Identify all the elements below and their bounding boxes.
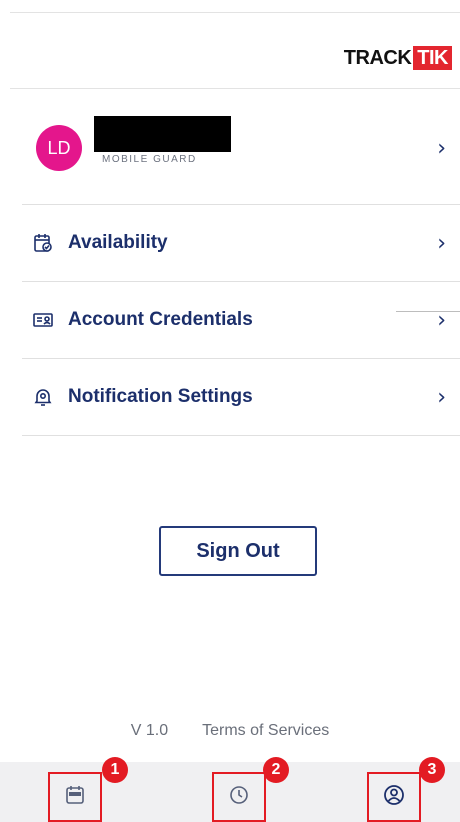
menu-item-label: Account Credentials (68, 309, 253, 330)
bell-settings-icon (32, 386, 54, 408)
clock-icon (228, 784, 250, 811)
chevron-right-icon: › (437, 230, 446, 256)
id-card-icon (32, 309, 54, 331)
calendar-availability-icon (32, 232, 54, 254)
menu-item-availability[interactable]: Availability › (22, 205, 460, 282)
tracktik-logo: TRACK TIK (344, 45, 452, 71)
callout-badge: 1 (102, 757, 128, 783)
app-version: V 1.0 (130, 722, 169, 739)
bottom-tab-bar (0, 762, 460, 822)
logo-track-text: TRACK (343, 46, 412, 69)
menu-item-notification-settings[interactable]: Notification Settings › (22, 359, 460, 436)
sign-out-button[interactable]: Sign Out (159, 526, 317, 576)
menu-item-label: Notification Settings (68, 386, 253, 407)
terms-of-services-link[interactable]: Terms of Services (202, 722, 329, 740)
tab-profile[interactable] (367, 772, 421, 822)
avatar: LD (36, 125, 82, 171)
profile-row[interactable]: LD MOBILE GUARD › (22, 92, 460, 205)
logo-divider (10, 88, 460, 89)
menu-item-label: Availability (68, 232, 168, 253)
user-role: MOBILE GUARD (102, 153, 197, 165)
tab-clock[interactable] (212, 772, 266, 822)
profile-name-block: MOBILE GUARD (94, 115, 231, 165)
chevron-right-icon: › (437, 384, 446, 410)
profile-icon (382, 783, 406, 812)
top-divider (10, 12, 460, 13)
calendar-icon (64, 784, 86, 811)
logo-tik-text: TIK (413, 46, 452, 70)
footer: V 1.0 Terms of Services (0, 722, 460, 740)
tab-calendar[interactable] (48, 772, 102, 822)
callout-badge: 2 (263, 757, 289, 783)
chevron-right-icon: › (437, 135, 446, 161)
scroll-indicator-line (396, 311, 460, 312)
redacted-user-name (94, 115, 231, 152)
callout-badge: 3 (419, 757, 445, 783)
menu-item-account-credentials[interactable]: Account Credentials › (22, 282, 460, 359)
